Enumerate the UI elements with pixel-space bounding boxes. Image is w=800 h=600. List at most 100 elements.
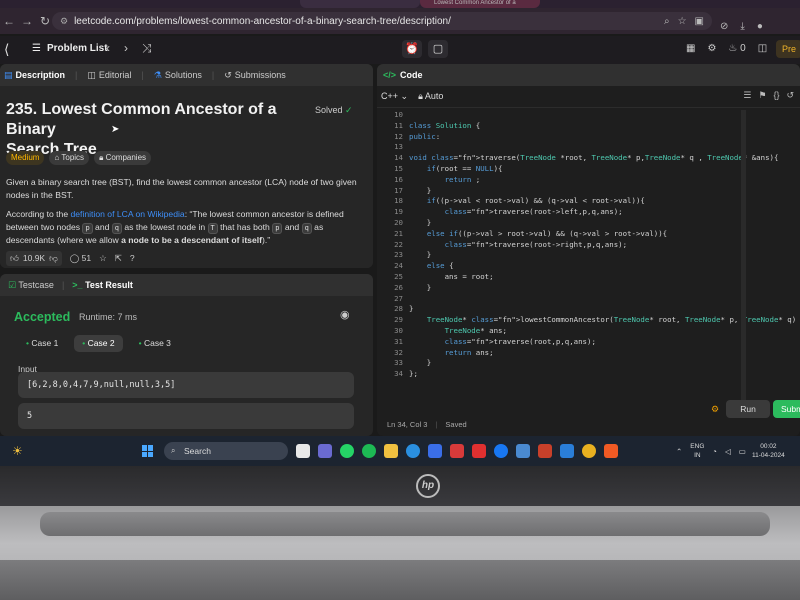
tab-solutions[interactable]: ⚗ Solutions [154, 70, 202, 81]
output-value[interactable]: 5 [18, 403, 354, 429]
windows-start-icon[interactable] [142, 445, 154, 457]
browser-tab[interactable] [300, 0, 420, 8]
forward-icon[interactable]: → [18, 14, 36, 28]
star-icon[interactable]: ☆ [99, 253, 107, 264]
code-line[interactable]: }; [409, 369, 789, 380]
code-line[interactable] [409, 294, 789, 305]
console-settings-icon[interactable]: ⚙ [711, 404, 719, 415]
code-line[interactable]: ans = root; [409, 272, 789, 283]
code-text[interactable]: class Solution {public: void class="fn">… [409, 110, 796, 380]
code-line[interactable]: public: [409, 132, 789, 143]
code-line[interactable]: } [409, 218, 789, 229]
leetcode-logo-icon[interactable]: ⟨ [4, 41, 20, 57]
code-line[interactable]: if(root == NULL){ [409, 164, 789, 175]
profile-icon[interactable]: ● [757, 21, 763, 32]
like-button[interactable]: 👍︎ 10.9K 👎︎ [6, 250, 62, 266]
tab-editorial[interactable]: ◫ Editorial [87, 70, 131, 81]
site-info-icon[interactable]: ⚙ [60, 16, 68, 27]
language-indicator[interactable]: ENG IN [690, 442, 704, 460]
streak-counter[interactable]: ♨ 0 [728, 43, 745, 54]
auto-mode-toggle[interactable]: 🔒︎ Auto [418, 91, 443, 102]
code-line[interactable]: } [409, 304, 789, 315]
wifi-icon[interactable]: ◔ [712, 447, 717, 456]
code-line[interactable] [409, 142, 789, 153]
code-line[interactable]: } [409, 186, 789, 197]
photos-icon[interactable] [516, 444, 530, 458]
wikipedia-link[interactable]: definition of LCA on Wikipedia [71, 209, 185, 219]
tab-testcase[interactable]: ☑ Testcase [8, 280, 54, 291]
comments-button[interactable]: ◯ 51 [70, 253, 91, 264]
thumbs-down-icon[interactable]: 👎︎ [49, 253, 58, 264]
eye-icon[interactable]: ◉ [340, 308, 350, 321]
code-line[interactable] [409, 110, 789, 121]
code-line[interactable]: } [409, 358, 789, 369]
code-editor[interactable]: 10 11 12 13 14 15 16 17 18 19 20 21 22 23 24 25 26 27 28 29… [377, 110, 800, 412]
task-view-icon[interactable] [296, 444, 310, 458]
topics-button[interactable]: ⌂ Topics [49, 151, 90, 165]
office-icon[interactable] [538, 444, 552, 458]
case-2-tab[interactable]: • Case 2 [74, 335, 123, 352]
volume-icon[interactable]: ◁ [725, 447, 731, 456]
address-bar[interactable]: ⚙ leetcode.com/problems/lowest-common-an… [52, 12, 712, 30]
extension-icon[interactable]: ⊘ [720, 21, 728, 32]
braces-icon[interactable]: {} [773, 90, 779, 101]
extension-icon[interactable]: ▣ [695, 16, 704, 27]
code-line[interactable]: void class="fn">traverse(TreeNode *root,… [409, 153, 789, 164]
settings-icon[interactable]: ⚙ [707, 43, 716, 54]
prev-problem-icon[interactable]: ‹ [106, 41, 110, 56]
help-icon[interactable]: ? [130, 253, 135, 263]
zoom-icon[interactable]: ⌕ [664, 16, 670, 27]
taskbar-search[interactable]: ⌕ Search [164, 442, 288, 460]
code-line[interactable]: return ans; [409, 348, 789, 359]
tab-test-result[interactable]: >_ Test Result [72, 280, 133, 290]
chevron-up-icon[interactable]: ⌃ [676, 447, 682, 456]
brave-icon[interactable] [604, 444, 618, 458]
case-1-tab[interactable]: • Case 1 [18, 335, 66, 352]
code-line[interactable]: else if((p->val > root->val) && (q->val … [409, 229, 789, 240]
code-line[interactable]: } [409, 283, 789, 294]
chat-icon[interactable] [318, 444, 332, 458]
tab-description[interactable]: ▤ Description [4, 70, 65, 81]
battery-icon[interactable]: ▭ [739, 447, 746, 456]
vscode-icon[interactable] [560, 444, 574, 458]
submit-button[interactable]: Subm [773, 400, 800, 418]
code-line[interactable]: class="fn">traverse(root,p,q,ans); [409, 337, 789, 348]
store-icon[interactable] [428, 444, 442, 458]
edge-icon[interactable] [406, 444, 420, 458]
reset-icon[interactable]: ↺ [786, 90, 794, 101]
code-line[interactable]: class="fn">traverse(root->left,p,q,ans); [409, 207, 789, 218]
layout-icon[interactable]: ▦ [686, 43, 695, 54]
back-icon[interactable]: ← [0, 14, 18, 28]
code-line[interactable]: class Solution { [409, 121, 789, 132]
chrome-icon[interactable] [582, 444, 596, 458]
downloads-icon[interactable]: ⤓ [740, 21, 744, 32]
youtube-icon[interactable] [472, 444, 486, 458]
code-line[interactable]: if((p->val < root->val) && (q->val < roo… [409, 196, 789, 207]
code-line[interactable]: TreeNode* ans; [409, 326, 789, 337]
next-problem-icon[interactable]: › [124, 41, 128, 56]
problem-list-button[interactable]: ☰ Problem List [32, 43, 108, 54]
file-explorer-icon[interactable] [384, 444, 398, 458]
language-select[interactable]: C++ ⌄ [381, 91, 408, 102]
tab-submissions[interactable]: ↺ Submissions [224, 70, 286, 81]
code-line[interactable]: TreeNode* class="fn">lowestCommonAncesto… [409, 315, 796, 326]
editor-scrollbar[interactable] [741, 110, 746, 412]
format-icon[interactable]: ☰ [743, 90, 751, 101]
notes-icon[interactable]: ▢ [428, 40, 448, 58]
bookmark-star-icon[interactable]: ☆ [678, 16, 687, 27]
case-3-tab[interactable]: • Case 3 [131, 335, 179, 352]
notification-icon[interactable]: ◫ [758, 43, 767, 54]
run-button[interactable]: Run [726, 400, 770, 418]
code-line[interactable]: class="fn">traverse(root->right,p,q,ans)… [409, 240, 789, 251]
shuffle-icon[interactable]: ⤨ [142, 41, 152, 56]
bookmark-icon[interactable]: ⚑ [758, 90, 766, 101]
whatsapp-icon[interactable] [340, 444, 354, 458]
mcafee-icon[interactable] [450, 444, 464, 458]
input-value[interactable]: [6,2,8,0,4,7,9,null,null,3,5] [18, 372, 354, 398]
code-line[interactable]: } [409, 250, 789, 261]
facebook-icon[interactable] [494, 444, 508, 458]
spotify-icon[interactable] [362, 444, 376, 458]
premium-button[interactable]: Pre [776, 40, 800, 58]
companies-button[interactable]: 🔒︎ Companies [94, 151, 152, 165]
code-line[interactable]: return ; [409, 175, 789, 186]
